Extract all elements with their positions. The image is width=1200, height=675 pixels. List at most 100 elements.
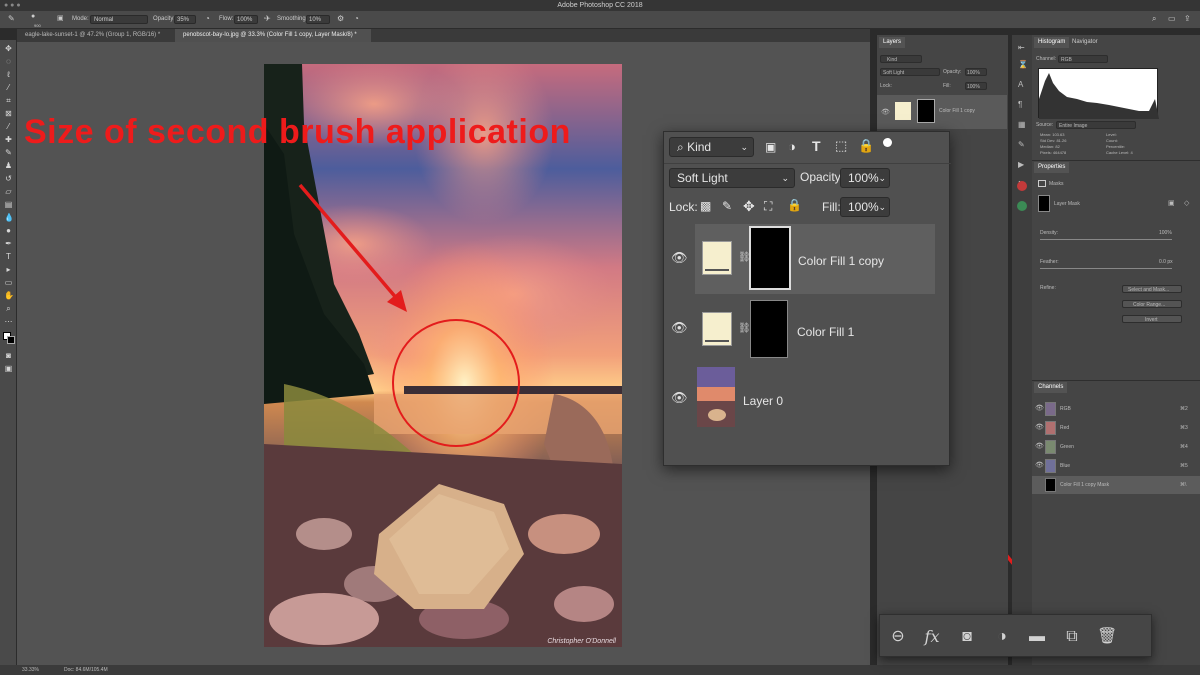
mask-thumbnail[interactable] [750, 300, 788, 358]
fill-label: Fill: [822, 200, 841, 214]
layer-row-color-fill-1[interactable]: 👁 ⛓ Color Fill 1 [671, 296, 935, 366]
channel-shortcut: ⌘\ [1180, 482, 1187, 488]
layer-row-layer-0[interactable]: 👁 Layer 0 [671, 366, 935, 436]
chevron-down-icon: ⌄ [878, 202, 886, 212]
eye-icon[interactable]: 👁 [671, 390, 688, 406]
actions-icon[interactable]: ▶ [1018, 160, 1024, 169]
eye-icon[interactable]: 👁 [1035, 461, 1044, 469]
lock-pixels-icon[interactable]: ✎ [722, 199, 732, 213]
tab-channels[interactable]: Channels [1034, 382, 1068, 393]
lock-all-icon[interactable]: 🔒 [787, 198, 802, 212]
source-select[interactable]: Entire Image [1056, 121, 1136, 129]
adjustment-layer-icon[interactable]: ◑ [992, 627, 1012, 647]
swatches-icon[interactable]: ▦ [1018, 120, 1026, 129]
fill-thumbnail [702, 241, 732, 275]
density-label: Density: [1040, 230, 1059, 236]
chevron-down-icon: ⌄ [740, 142, 748, 152]
brush-size-circle [392, 319, 520, 447]
feather-slider[interactable] [1040, 268, 1172, 269]
collapse-icon[interactable]: ⇤ [1018, 43, 1025, 52]
eye-icon[interactable]: 👁 [881, 108, 890, 116]
masks-label: Masks [1049, 181, 1064, 187]
blend-value: Soft Light [883, 70, 905, 76]
tab-histogram[interactable]: Histogram [1034, 37, 1070, 48]
color-range-button[interactable]: Color Range... [1122, 300, 1182, 308]
layer-row-color-fill-1-copy[interactable]: 👁 ⛓ Color Fill 1 copy [671, 224, 935, 294]
mask-thumbnail[interactable] [917, 99, 935, 123]
channel-name: Color Fill 1 copy Mask [1060, 482, 1110, 488]
pixel-filter-icon[interactable]: ▣ [765, 140, 776, 154]
fill-input[interactable]: 100% [965, 82, 987, 90]
eye-icon[interactable]: 👁 [1035, 404, 1044, 412]
add-mask-icon[interactable]: ◙ [957, 627, 977, 647]
tab-layers[interactable]: Layers [879, 37, 906, 48]
status-bar: 33.33% Doc: 84.6M/105.4M [0, 665, 1200, 675]
shape-filter-icon[interactable]: ⬚ [835, 138, 847, 154]
plugin-red-icon[interactable] [1017, 181, 1027, 191]
opacity-label: Opacity: [943, 69, 962, 75]
vector-mask-icon[interactable]: ◇ [1184, 199, 1189, 207]
type-filter-icon[interactable]: T [812, 138, 821, 154]
blend-mode-select[interactable]: Soft Light ⌄ [669, 168, 795, 188]
lock-artboard-icon[interactable]: ⛶ [764, 199, 772, 214]
character-icon[interactable]: A [1018, 80, 1023, 89]
link-icon[interactable]: ⛓ [738, 323, 751, 334]
brush-settings-icon[interactable]: ✎ [1018, 140, 1025, 149]
panel-dock-icons: ⇤ ⌛ A ¶ ▦ ✎ ▶ ℹ [1012, 35, 1032, 665]
channel-row[interactable]: 👁 Green ⌘4 [1032, 438, 1200, 456]
tab-properties[interactable]: Properties [1034, 162, 1070, 173]
fill-value: 100% [848, 200, 879, 214]
kind-filter-select[interactable]: ⌕ Kind ⌄ [669, 137, 754, 157]
filter-kind-select[interactable]: Kind [880, 55, 922, 63]
channel-row[interactable]: 👁 Blue ⌘5 [1032, 457, 1200, 475]
density-slider[interactable] [1040, 239, 1172, 240]
history-icon[interactable]: ⌛ [1018, 60, 1028, 69]
invert-button[interactable]: Invert [1122, 315, 1182, 323]
pixel-mask-icon[interactable]: ▣ [1168, 199, 1175, 207]
lock-label: Lock: [669, 200, 698, 214]
fill-input[interactable]: 100% ⌄ [840, 197, 890, 217]
blend-mode-select[interactable]: Soft Light [880, 68, 940, 76]
eye-icon[interactable]: 👁 [1035, 442, 1044, 450]
paragraph-icon[interactable]: ¶ [1018, 100, 1022, 109]
filter-toggle-icon[interactable] [883, 138, 892, 147]
fill-label: Fill: [943, 83, 951, 89]
channel-row[interactable]: Color Fill 1 copy Mask ⌘\ [1032, 476, 1200, 494]
histogram-graph [1038, 68, 1159, 119]
layer-row-selected[interactable]: 👁 Color Fill 1 copy [877, 95, 1007, 129]
divider [1032, 380, 1200, 381]
fx-icon[interactable]: fx [922, 627, 942, 647]
eye-icon[interactable]: 👁 [671, 320, 688, 336]
lock-transparent-icon[interactable]: ▩ [700, 199, 711, 213]
link-layers-icon[interactable]: ⊖ [888, 627, 908, 647]
channel-thumbnail [1045, 421, 1056, 435]
opacity-input[interactable]: 100% [965, 68, 987, 76]
eye-icon[interactable]: 👁 [671, 250, 688, 266]
lock-position-icon[interactable]: ✥ [743, 198, 755, 215]
smart-object-filter-icon[interactable]: 🔒 [858, 138, 874, 154]
mask-preview [1038, 195, 1050, 212]
histogram-shape [1039, 73, 1159, 119]
channel-row[interactable]: 👁 Red ⌘3 [1032, 419, 1200, 437]
tab-navigator[interactable]: Navigator [1068, 37, 1102, 48]
btn-label: Color Range... [1133, 302, 1166, 308]
eye-icon[interactable]: 👁 [1035, 423, 1044, 431]
select-and-mask-button[interactable]: Select and Mask... [1122, 285, 1182, 293]
trash-icon[interactable]: 🗑 [1097, 627, 1117, 647]
opacity-input[interactable]: 100% ⌄ [840, 168, 890, 188]
stat-mean: Mean: 103.63 [1040, 132, 1065, 137]
lock-label: Lock: [880, 83, 892, 89]
divider [1032, 160, 1200, 161]
channel-row[interactable]: 👁 RGB ⌘2 [1032, 400, 1200, 418]
zoom-level[interactable]: 33.33% [22, 665, 39, 675]
new-layer-icon[interactable]: ⧉ [1062, 627, 1082, 647]
channel-select[interactable]: RGB [1058, 55, 1108, 63]
plugin-green-icon[interactable] [1017, 201, 1027, 211]
group-folder-icon[interactable]: ▬ [1027, 627, 1047, 647]
right-panels: Histogram Navigator Channel: RGB Source:… [1032, 35, 1200, 665]
blend-value: Soft Light [677, 171, 728, 185]
feather-value: 0.0 px [1159, 259, 1173, 265]
mask-thumbnail[interactable] [749, 226, 791, 290]
adjustment-filter-icon[interactable]: ◑ [788, 139, 796, 154]
channel-shortcut: ⌘2 [1180, 406, 1188, 412]
